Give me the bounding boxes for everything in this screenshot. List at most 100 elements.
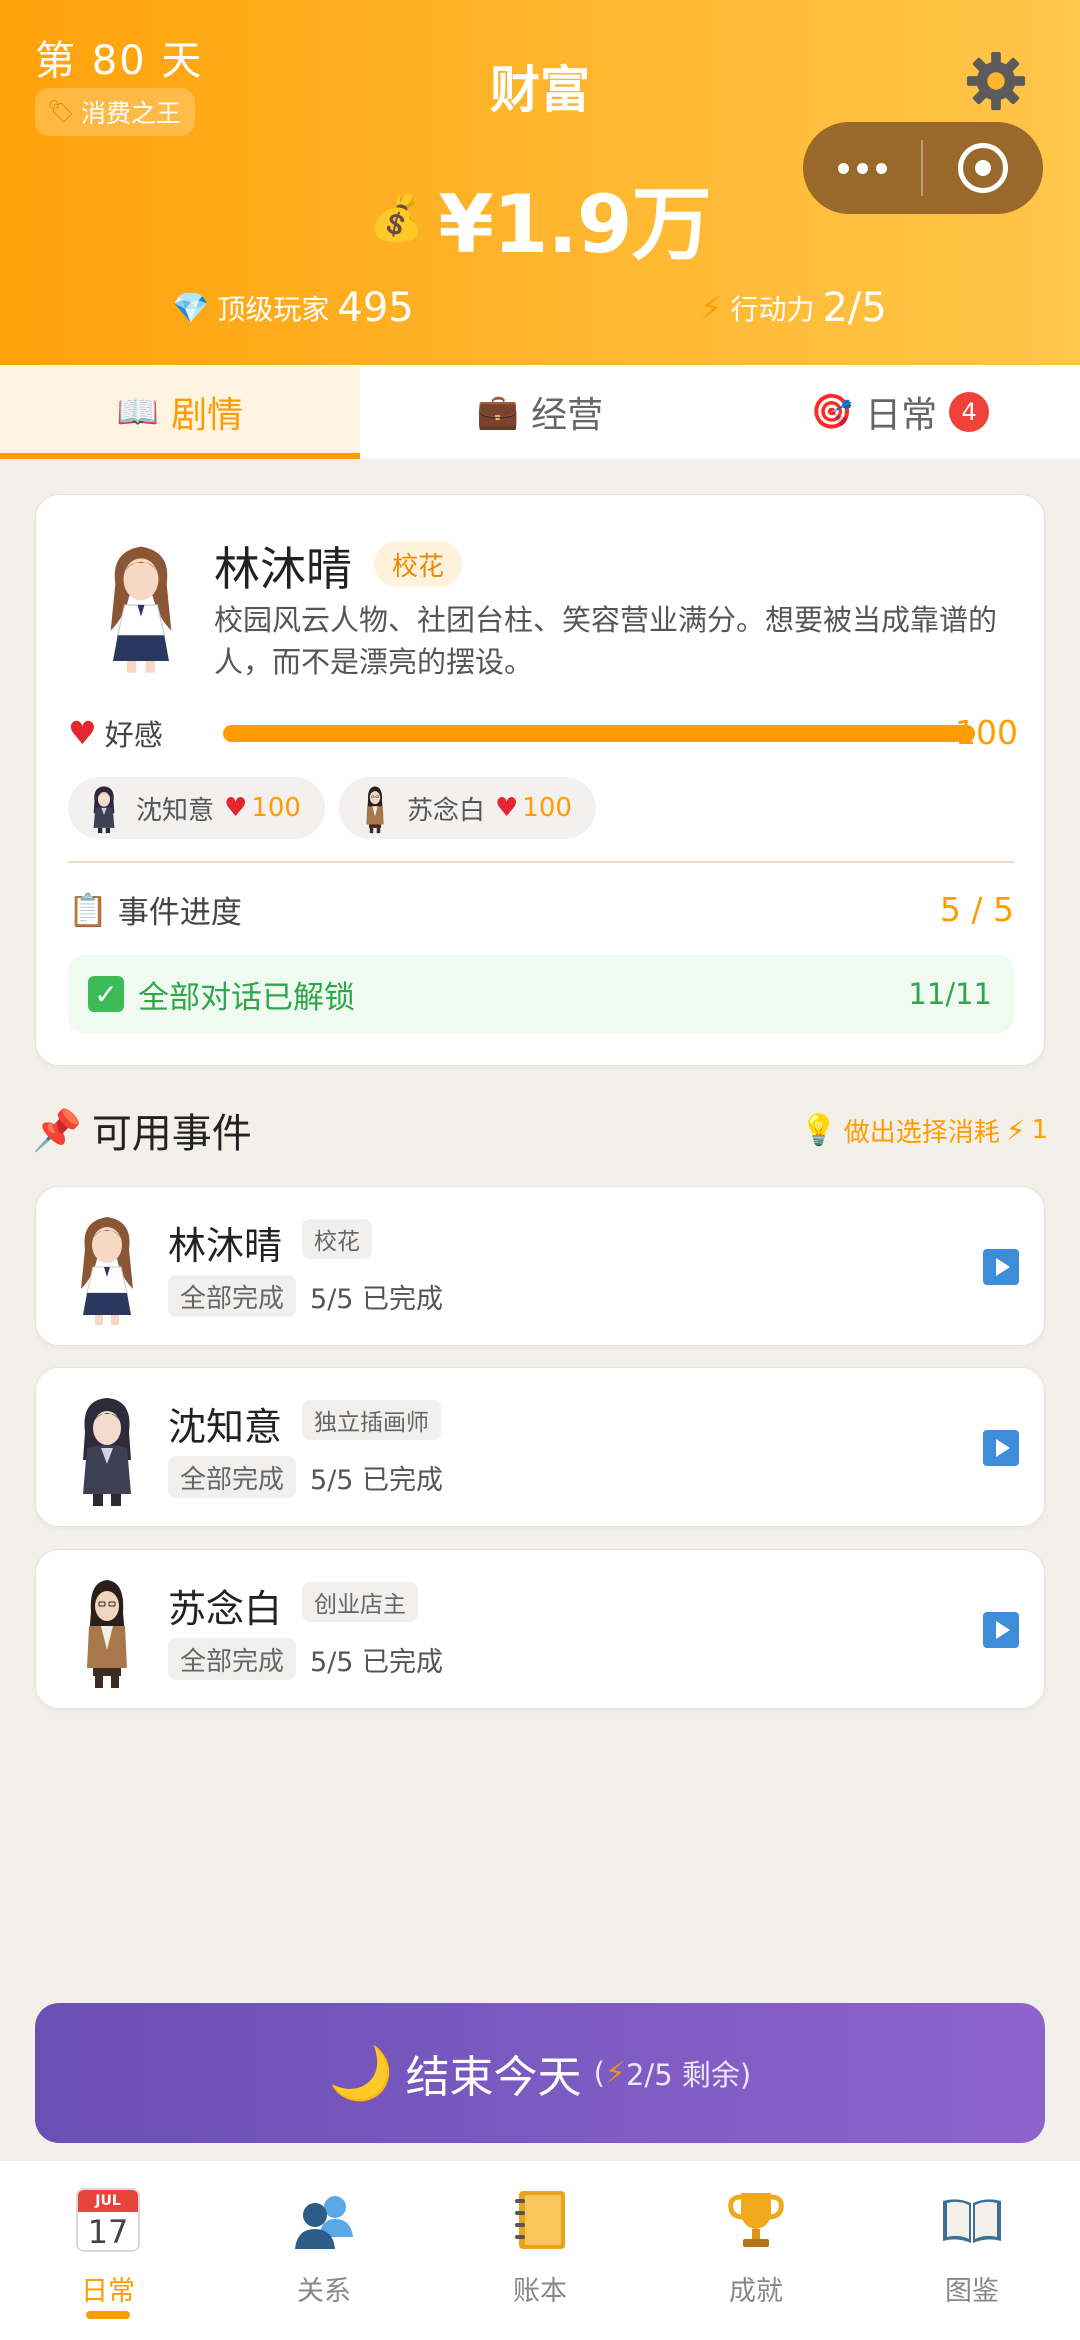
play-button[interactable] (983, 1249, 1019, 1285)
nav-item-collection[interactable]: 图鉴 (864, 2161, 1080, 2340)
avatar (76, 535, 206, 675)
status-badge: 全部完成 (168, 1638, 297, 1680)
player-rank-stat: 💎 顶级玩家 495 (172, 285, 414, 331)
remaining-value: 2/5 剩余) (625, 2058, 752, 2092)
relation-value: 100 (251, 793, 301, 823)
energy-stat: ⚡ 行动力 2/5 (700, 285, 887, 331)
gear-icon[interactable] (965, 50, 1027, 112)
relation-name: 沈知意 (136, 795, 215, 826)
player-rank-label: 顶级玩家 (217, 293, 330, 326)
affection-label: 好感 (104, 718, 163, 752)
wealth-header: 第 80 天 🏷 消费之王 财富 💰 ¥1.9万 💎 顶级玩家 495 ⚡ 行动… (0, 0, 1080, 365)
open-book-icon (943, 2199, 1001, 2243)
divider (68, 861, 1014, 863)
event-status-row: 全部完成 5/5 已完成 (168, 1275, 443, 1317)
avatar (71, 1207, 143, 1327)
avatar (71, 1388, 143, 1508)
event-progress-text: 5/5 已完成 (310, 1464, 444, 1496)
event-progress-row: 📋 事件进度 5 / 5 (68, 887, 1014, 932)
tab-daily[interactable]: 🎯 日常 4 (720, 365, 1080, 459)
nav-item-daily[interactable]: JUL 17 日常 (0, 2161, 216, 2340)
affection-row: ♥ 好感 100 (68, 713, 1018, 753)
book-icon: 📖 (116, 392, 160, 432)
energy-value: 2/5 (822, 285, 887, 331)
event-progress-value: 5 / 5 (939, 890, 1014, 929)
status-badge: 全部完成 (168, 1456, 297, 1498)
event-character-name: 苏念白 (168, 1587, 283, 1631)
event-card[interactable]: 林沐晴 校花 全部完成 5/5 已完成 (35, 1186, 1045, 1346)
event-status-row: 全部完成 5/5 已完成 (168, 1638, 443, 1680)
end-day-label: 结束今天 (405, 2052, 582, 2103)
calendar-day: 17 (87, 2213, 129, 2251)
end-day-button[interactable]: 🌙 结束今天 ( ⚡ 2/5 剩余) (35, 2003, 1045, 2143)
nav-label: 图鉴 (945, 2276, 999, 2307)
affection-bar (223, 725, 975, 742)
tab-story[interactable]: 📖 剧情 (0, 365, 360, 459)
heart-icon: ♥ (494, 793, 519, 823)
event-character-tag: 创业店主 (302, 1582, 418, 1622)
event-character-name: 沈知意 (168, 1405, 283, 1449)
play-button[interactable] (983, 1612, 1019, 1648)
calendar-icon: JUL 17 (73, 2185, 143, 2255)
event-character-tag: 校花 (302, 1219, 372, 1259)
clipboard-icon: 📋 (68, 890, 108, 929)
lightning-icon: ⚡ (1005, 1113, 1026, 1147)
lightbulb-icon: 💡 (800, 1112, 838, 1148)
play-icon (995, 1439, 1010, 1457)
event-progress-label: 事件进度 (117, 895, 242, 931)
unlock-label: 全部对话已解锁 (138, 979, 355, 1016)
play-icon (995, 1258, 1010, 1276)
checkmark-icon: ✓ (88, 976, 124, 1012)
relation-chip[interactable]: 苏念白 ♥ 100 (338, 777, 596, 839)
tab-business[interactable]: 💼 经营 (360, 365, 720, 459)
relation-name: 苏念白 (406, 795, 485, 826)
briefcase-icon: 💼 (476, 392, 520, 432)
event-status-row: 全部完成 5/5 已完成 (168, 1456, 443, 1498)
avatar (71, 1570, 143, 1690)
event-card[interactable]: 苏念白 创业店主 全部完成 5/5 已完成 (35, 1549, 1045, 1709)
play-button[interactable] (983, 1430, 1019, 1466)
affection-value: 100 (955, 713, 1018, 752)
money-value: ¥1.9万 (438, 178, 711, 271)
target-icon: 🎯 (810, 392, 854, 432)
trophy-icon (728, 2193, 784, 2247)
diamond-icon: 💎 (172, 290, 210, 326)
character-tag: 校花 (374, 541, 463, 587)
page-title: 财富 (490, 61, 590, 119)
event-character-name: 林沐晴 (168, 1224, 283, 1268)
notification-badge: 4 (949, 392, 990, 432)
character-card: 林沐晴 校花 校园风云人物、社团台柱、笑容营业满分。想要被当成靠谱的人，而不是漂… (35, 494, 1045, 1066)
dialogue-unlock-banner: ✓ 全部对话已解锁 11/11 (68, 955, 1014, 1033)
event-card[interactable]: 沈知意 独立插画师 全部完成 5/5 已完成 (35, 1367, 1045, 1527)
character-description: 校园风云人物、社团台柱、笑容营业满分。想要被当成靠谱的人，而不是漂亮的摆设。 (214, 603, 998, 679)
relation-value: 100 (522, 793, 572, 823)
lightning-icon: ⚡ (700, 289, 723, 327)
nav-item-ledger[interactable]: 账本 (432, 2161, 648, 2340)
nav-item-relations[interactable]: 关系 (216, 2161, 432, 2340)
energy-label: 行动力 (730, 293, 815, 326)
available-events-header: 📌 可用事件 💡 做出选择消耗 ⚡ 1 (32, 1100, 1048, 1160)
calendar-month: JUL (78, 2190, 138, 2212)
nav-label: 日常 (81, 2276, 135, 2307)
player-rank-value: 495 (337, 285, 414, 331)
nav-label: 关系 (297, 2276, 351, 2307)
remaining-prefix: ( (593, 2056, 605, 2090)
nav-item-achievements[interactable]: 成就 (648, 2161, 864, 2340)
tab-daily-label: 日常 (865, 395, 938, 436)
nav-label: 成就 (729, 2276, 783, 2307)
relation-chips: 沈知意 ♥ 100 苏念白 ♥ 100 (68, 777, 596, 839)
event-progress-text: 5/5 已完成 (310, 1646, 444, 1678)
relation-chip[interactable]: 沈知意 ♥ 100 (68, 777, 325, 839)
play-icon (995, 1621, 1010, 1639)
notebook-icon (515, 2191, 565, 2249)
remaining-energy: ( ⚡ 2/5 剩余) (594, 2052, 752, 2094)
tab-bar: 📖 剧情 💼 经营 🎯 日常 4 (0, 365, 1080, 460)
avatar (353, 782, 397, 834)
people-icon (295, 2196, 353, 2249)
status-badge: 全部完成 (168, 1275, 297, 1317)
heart-icon: ♥ (224, 793, 248, 823)
character-name: 林沐晴 (214, 542, 352, 596)
nav-label: 账本 (513, 2276, 567, 2307)
affection-bar-fill (223, 725, 975, 742)
tab-business-label: 经营 (531, 395, 604, 436)
